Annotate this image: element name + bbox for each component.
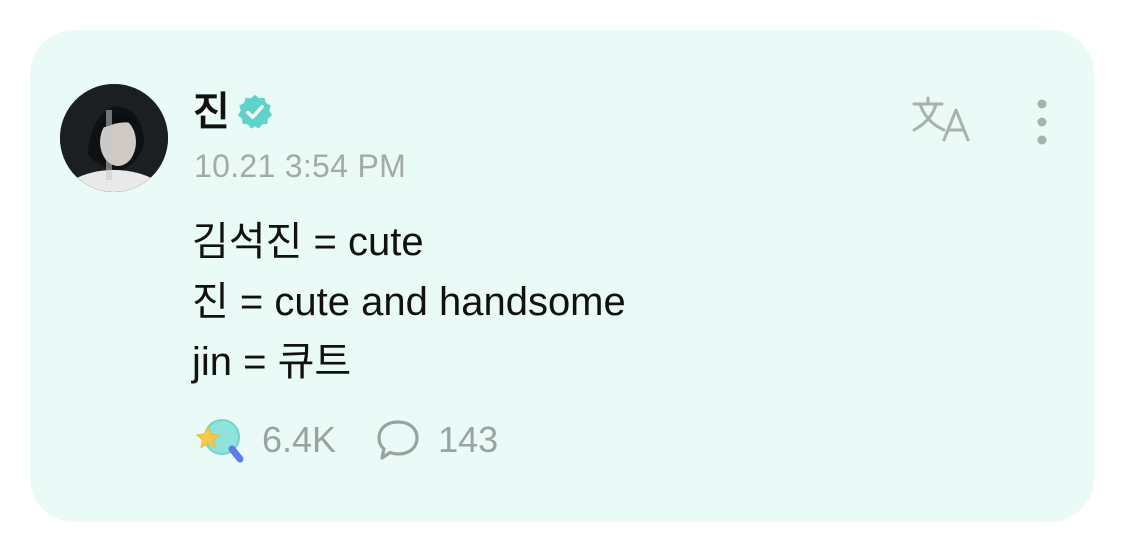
post-body-line: 김석진 = cute (192, 220, 424, 264)
author-row: 진 (193, 86, 274, 138)
author-avatar[interactable] (60, 84, 168, 192)
post-card: 진 10.21 3:54 PM 김석진 = cute 진 = cute and … (30, 30, 1094, 522)
more-vertical-icon[interactable] (1026, 96, 1058, 148)
post-body: 김석진 = cute 진 = cute and handsome jin = 큐… (192, 212, 626, 392)
author-name[interactable]: 진 (193, 86, 230, 138)
verified-badge-icon (237, 94, 272, 129)
translate-icon[interactable] (910, 94, 974, 146)
post-timestamp: 10.21 3:54 PM (194, 148, 407, 184)
like-count: 6.4K (262, 419, 337, 460)
comment-icon[interactable] (374, 417, 422, 463)
comment-count: 143 (438, 419, 499, 460)
like-lightstick-icon[interactable] (194, 415, 246, 465)
avatar-photo (60, 84, 168, 192)
post-stats: 6.4K 143 (194, 415, 498, 465)
post-body-line: jin = 큐트 (192, 340, 352, 384)
post-body-line: 진 = cute and handsome (192, 280, 626, 324)
